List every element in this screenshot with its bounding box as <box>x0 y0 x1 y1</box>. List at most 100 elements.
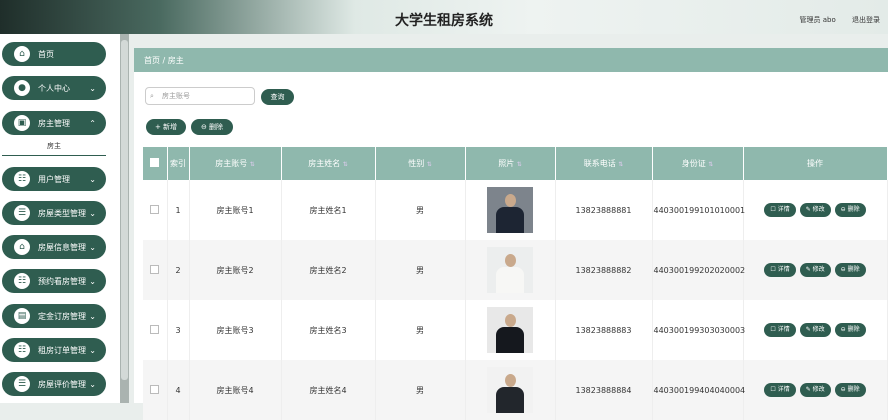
sort-icon[interactable]: ⇅ <box>618 161 623 168</box>
cell-ops: ☐ 详情 ✎ 修改 ⊖ 删除 <box>743 180 888 240</box>
chevron-down-icon: ⌄ <box>89 83 96 93</box>
edit-button[interactable]: ✎ 修改 <box>799 263 831 277</box>
detail-button[interactable]: ☐ 详情 <box>764 263 796 277</box>
edit-button[interactable]: ✎ 修改 <box>799 203 831 217</box>
landlord-table: 索引 房主账号 ⇅ 房主姓名 ⇅ 性别 ⇅ 照片 ⇅ 联系电话 ⇅ 身份证 ⇅ … <box>143 147 888 420</box>
sort-icon[interactable]: ⇅ <box>517 161 522 168</box>
sidebar-item-home[interactable]: ⌂ 首页 <box>2 42 106 66</box>
cell-phone: 13823888883 <box>555 300 653 360</box>
col-phone[interactable]: 联系电话 ⇅ <box>555 147 653 180</box>
cell-index: 3 <box>167 300 190 360</box>
search-button[interactable]: 查询 <box>261 89 294 105</box>
chevron-down-icon: ⌄ <box>89 345 96 355</box>
cell-photo <box>465 300 556 360</box>
sidebar-item-label: 定金订房管理 <box>38 311 86 321</box>
sort-icon[interactable]: ⇅ <box>708 161 713 168</box>
table-row: 2 房主账号2 房主姓名2 男 13823888882 440300199202… <box>143 240 888 300</box>
row-delete-button[interactable]: ⊖ 删除 <box>834 263 866 277</box>
cell-name: 房主姓名2 <box>281 240 376 300</box>
folder-icon: ▣ <box>14 115 30 131</box>
search-placeholder: 房主账号 <box>162 92 190 100</box>
detail-button[interactable]: ☐ 详情 <box>764 383 796 397</box>
cell-idcard: 440300199404040004 <box>652 360 745 420</box>
sidebar-item-house-info[interactable]: ⌂ 房屋信息管理 ⌄ <box>2 235 106 259</box>
cell-index: 2 <box>167 240 190 300</box>
cell-ops: ☐ 详情 ✎ 修改 ⊖ 删除 <box>743 240 888 300</box>
sidebar-item-label: 个人中心 <box>38 83 70 93</box>
detail-button[interactable]: ☐ 详情 <box>764 323 796 337</box>
sidebar-item-house-types[interactable]: ☰ 房屋类型管理 ⌄ <box>2 201 106 225</box>
sidebar-item-landlord[interactable]: ▣ 房主管理 ⌃ <box>2 111 106 135</box>
table-row: 4 房主账号4 房主姓名4 男 13823888884 440300199404… <box>143 360 888 420</box>
edit-button[interactable]: ✎ 修改 <box>799 323 831 337</box>
cell-ops: ☐ 详情 ✎ 修改 ⊖ 删除 <box>743 360 888 420</box>
row-delete-button[interactable]: ⊖ 删除 <box>834 383 866 397</box>
cell-gender: 男 <box>375 300 466 360</box>
cell-account: 房主账号3 <box>189 300 282 360</box>
chevron-down-icon: ⌄ <box>89 208 96 218</box>
row-checkbox[interactable] <box>143 240 168 300</box>
calendar-icon: ☷ <box>14 273 30 289</box>
chevron-up-icon: ⌃ <box>89 118 96 128</box>
col-idcard[interactable]: 身份证 ⇅ <box>652 147 744 180</box>
sort-icon[interactable]: ⇅ <box>250 161 255 168</box>
cell-ops: ☐ 详情 ✎ 修改 ⊖ 删除 <box>743 300 888 360</box>
col-ops: 操作 <box>743 147 888 180</box>
col-index: 索引 <box>167 147 190 180</box>
cell-photo <box>465 240 556 300</box>
house-icon: ⌂ <box>14 239 30 255</box>
detail-button[interactable]: ☐ 详情 <box>764 203 796 217</box>
cell-name: 房主姓名1 <box>281 180 376 240</box>
sidebar-item-profile[interactable]: ● 个人中心 ⌄ <box>2 76 106 100</box>
col-gender[interactable]: 性别 ⇅ <box>375 147 466 180</box>
sidebar-item-label: 用户管理 <box>38 174 70 184</box>
row-delete-button[interactable]: ⊖ 删除 <box>834 323 866 337</box>
row-checkbox[interactable] <box>143 180 168 240</box>
breadcrumb-text: 首页 / 房主 <box>144 56 184 65</box>
sidebar-item-label: 房屋评价管理 <box>38 379 86 389</box>
sidebar-item-users[interactable]: ☷ 用户管理 ⌄ <box>2 167 106 191</box>
sidebar-item-label: 租房订单管理 <box>38 345 86 355</box>
cell-account: 房主账号2 <box>189 240 282 300</box>
sidebar-item-label: 房主管理 <box>38 118 70 128</box>
row-checkbox[interactable] <box>143 360 168 420</box>
delete-button[interactable]: ⊖ 删除 <box>191 119 233 135</box>
col-name[interactable]: 房主姓名 ⇅ <box>281 147 376 180</box>
sidebar-item-deposit[interactable]: ▤ 定金订房管理 ⌄ <box>2 304 106 328</box>
app-title: 大学生租房系统 <box>395 13 493 29</box>
search-input[interactable]: ⌕ 房主账号 <box>145 87 255 105</box>
sidebar-item-viewing[interactable]: ☷ 预约看房管理 ⌄ <box>2 269 106 293</box>
cell-photo <box>465 360 556 420</box>
sidebar-subitem-landlord[interactable]: 房主 <box>2 137 106 156</box>
list-icon: ☰ <box>14 205 30 221</box>
header-user-area: 管理员 abo 退出登录 <box>786 15 880 25</box>
sidebar-item-reviews[interactable]: ☰ 房屋评价管理 ⌄ <box>2 372 106 396</box>
breadcrumb: 首页 / 房主 <box>134 48 888 72</box>
row-checkbox[interactable] <box>143 300 168 360</box>
logout-link[interactable]: 退出登录 <box>852 16 880 24</box>
sidebar-scrollbar[interactable] <box>120 34 129 403</box>
cell-gender: 男 <box>375 240 466 300</box>
chevron-down-icon: ⌄ <box>89 174 96 184</box>
cell-name: 房主姓名3 <box>281 300 376 360</box>
row-delete-button[interactable]: ⊖ 删除 <box>834 203 866 217</box>
search-icon: ⌕ <box>150 92 154 100</box>
cell-idcard: 440300199303030003 <box>652 300 745 360</box>
sidebar-item-label: 预约看房管理 <box>38 276 86 286</box>
add-button[interactable]: + 新增 <box>146 119 186 135</box>
sidebar-item-orders[interactable]: ☷ 租房订单管理 ⌄ <box>2 338 106 362</box>
landlord-photo <box>487 367 533 413</box>
col-account[interactable]: 房主账号 ⇅ <box>189 147 282 180</box>
col-photo[interactable]: 照片 ⇅ <box>465 147 556 180</box>
cell-account: 房主账号1 <box>189 180 282 240</box>
wallet-icon: ▤ <box>14 308 30 324</box>
cell-gender: 男 <box>375 360 466 420</box>
cell-phone: 13823888881 <box>555 180 653 240</box>
edit-button[interactable]: ✎ 修改 <box>799 383 831 397</box>
scrollbar-thumb[interactable] <box>121 40 128 380</box>
sort-icon[interactable]: ⇅ <box>343 161 348 168</box>
select-all-checkbox[interactable] <box>143 147 168 180</box>
admin-label: 管理员 abo <box>799 16 836 24</box>
sort-icon[interactable]: ⇅ <box>427 161 432 168</box>
sidebar-item-label: 首页 <box>38 49 54 59</box>
